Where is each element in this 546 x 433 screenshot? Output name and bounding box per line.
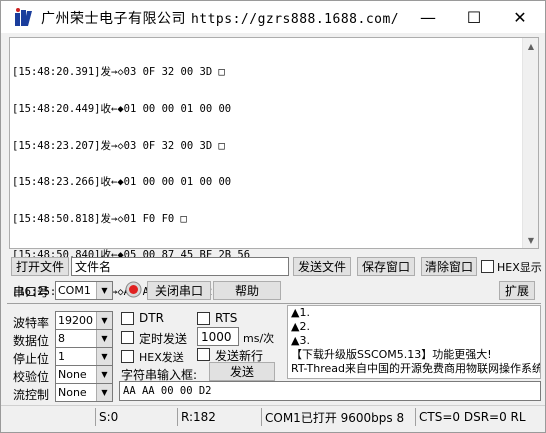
line-state: CTS=0 DSR=0 RL [415,408,543,426]
data-bits-select[interactable]: 8 ▼ [55,329,113,348]
info-line: ▲3. [291,334,310,347]
sent-count: S:0 [95,408,175,426]
window-title: 广州荣士电子有限公司 https://gzrs888.1688.com/ [41,8,399,28]
clear-window-button[interactable]: 清除窗口 [421,257,477,276]
send-text-input[interactable]: AA AA 00 00 D2 [119,381,541,401]
window-title-url: https://gzrs888.1688.com/ [190,12,400,27]
port-status-icon [125,281,142,298]
receive-line: [15:48:23.266]收←◆01 00 00 01 00 00 [12,176,232,189]
rt-thread-link[interactable]: RT-Thread来自中国的开源免费商用物联网操作系统 [288,362,540,376]
title-bar: 广州荣士电子有限公司 https://gzrs888.1688.com/ — ☐… [1,1,545,33]
interval-unit: ms/次 [243,332,275,345]
port-select[interactable]: COM1 ▼ [55,281,113,300]
status-bar: S:0 R:182 COM1已打开 9600bps 8 CTS=0 DSR=0 … [1,405,545,427]
baud-value: 19200 [58,314,93,327]
send-button[interactable]: 发送 [209,362,275,381]
parity-value: None [58,368,87,381]
stop-bits-value: 1 [58,350,65,363]
dtr-label: DTR [139,311,164,325]
parity-label: 校验位 [13,370,50,384]
receive-line: [15:48:50.818]发→◇01 F0 F0 □ [12,212,187,225]
close-button[interactable]: ✕ [497,1,543,33]
vertical-scrollbar[interactable]: ▲ ▼ [522,38,538,248]
send-newline-checkbox[interactable] [197,348,210,361]
minimize-button[interactable]: — [405,1,451,33]
stop-bits-select[interactable]: 1 ▼ [55,347,113,366]
port-label: 串口号 [13,285,50,299]
receive-line: [15:48:20.391]发→◇03 0F 32 00 3D □ [12,66,225,79]
info-panel: ▲1. ▲2. ▲3. 【下载升级版SSCOM5.13】功能更强大! RT-Th… [287,305,541,379]
open-file-button[interactable]: 打开文件 [11,257,69,276]
hex-send-checkbox[interactable] [121,350,134,363]
port-state: COM1已打开 9600bps 8 [261,408,415,426]
flow-control-label: 流控制 [13,388,50,402]
close-port-button[interactable]: 关闭串口 [147,281,211,300]
parity-select[interactable]: None ▼ [55,365,113,384]
chevron-down-icon: ▼ [96,330,112,347]
send-interval-field[interactable]: 1000 [197,327,239,346]
stop-bits-label: 停止位 [13,352,50,366]
save-window-button[interactable]: 保存窗口 [357,257,415,276]
app-window: 广州荣士电子有限公司 https://gzrs888.1688.com/ — ☐… [0,0,546,433]
receive-line: [15:48:23.207]发→◇03 0F 32 00 3D □ [12,139,225,152]
hex-display-label: HEX显示 [497,261,542,274]
timed-send-checkbox[interactable] [121,331,134,344]
maximize-button[interactable]: ☐ [451,1,497,33]
flow-control-value: None [58,386,87,399]
chevron-down-icon: ▼ [96,348,112,365]
window-title-company: 广州荣士电子有限公司 [41,11,186,27]
chevron-down-icon: ▼ [96,282,112,299]
chevron-down-icon: ▼ [96,384,112,401]
data-bits-label: 数据位 [13,334,50,348]
scroll-up-icon[interactable]: ▲ [523,38,539,54]
flow-control-select[interactable]: None ▼ [55,383,113,402]
send-file-button[interactable]: 发送文件 [293,257,351,276]
info-line: ▲2. [291,320,310,333]
receive-area[interactable]: [15:48:20.391]发→◇03 0F 32 00 3D □ [15:48… [9,37,539,298]
port-value: COM1 [58,284,91,297]
rts-checkbox[interactable] [197,312,210,325]
expand-button[interactable]: 扩展 [499,281,535,300]
chevron-down-icon: ▼ [96,366,112,383]
receive-line: [15:48:20.449]收←◆01 00 00 01 00 00 [12,103,232,116]
app-logo-icon [15,8,32,26]
baud-select[interactable]: 19200 ▼ [55,311,113,330]
divider [7,303,541,304]
info-line: ▲1. [291,306,310,319]
rts-label: RTS [215,311,238,325]
timed-send-label: 定时发送 [139,332,188,346]
dtr-checkbox[interactable] [121,312,134,325]
help-button[interactable]: 帮助 [213,281,281,300]
baud-label: 波特率 [13,316,50,330]
hex-send-label: HEX发送 [139,351,184,364]
hex-display-checkbox[interactable] [481,260,494,273]
chevron-down-icon: ▼ [96,312,112,329]
scroll-down-icon[interactable]: ▼ [523,232,539,248]
received-count: R:182 [177,408,261,426]
file-name-field[interactable]: 文件名 [71,257,289,276]
data-bits-value: 8 [58,332,65,345]
download-link[interactable]: 【下载升级版SSCOM5.13】功能更强大! [288,348,540,362]
